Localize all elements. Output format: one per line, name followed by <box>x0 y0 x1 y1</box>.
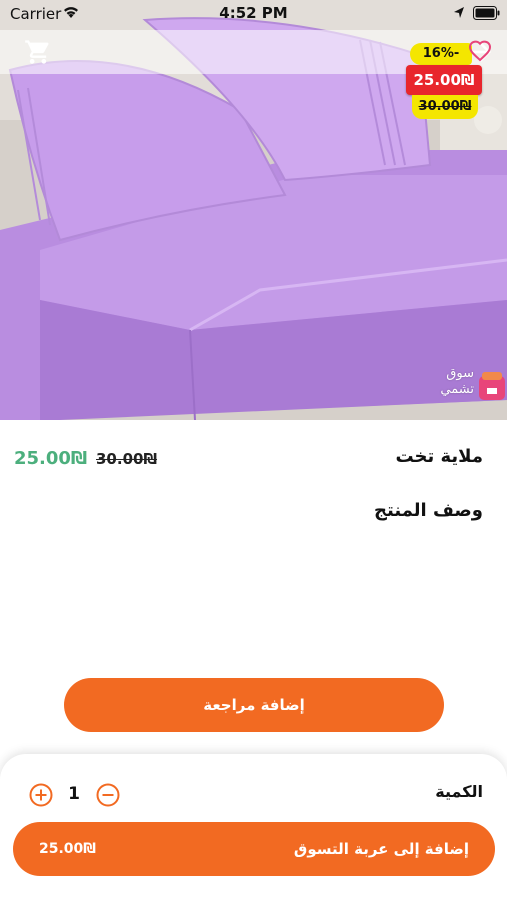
add-to-cart-label: إضافة إلى عربة التسوق <box>293 840 469 858</box>
sale-price-badge: 25.00₪ <box>406 65 482 95</box>
add-to-cart-button[interactable]: إضافة إلى عربة التسوق 25.00₪ <box>13 822 495 876</box>
clock: 4:52 PM <box>219 4 288 22</box>
bottom-sheet: الكمية 1 إضافة إلى عربة التسوق 25.00₪ <box>0 754 507 900</box>
location-arrow-icon <box>454 7 464 18</box>
minus-circle-icon[interactable] <box>96 783 120 807</box>
add-review-button[interactable]: إضافة مراجعة <box>64 678 444 732</box>
status-bar: Carrier 4:52 PM <box>0 0 507 28</box>
discount-badge: 16%- <box>410 43 472 65</box>
product-price: 25.00₪ <box>14 448 88 469</box>
shopping-bag-logo-icon <box>479 372 505 400</box>
product-title: ملاية تخت <box>395 446 483 467</box>
store-watermark: سوق تشمي <box>430 362 507 408</box>
description-heading: وصف المنتج <box>374 500 483 521</box>
add-to-cart-price: 25.00₪ <box>39 841 96 857</box>
plus-circle-icon[interactable] <box>29 783 53 807</box>
battery-icon <box>473 6 500 20</box>
original-price-badge: 30.00₪ <box>412 95 478 119</box>
quantity-value: 1 <box>68 784 80 804</box>
watermark-text: سوق تشمي <box>440 366 474 397</box>
cart-icon[interactable] <box>24 38 52 66</box>
quantity-label: الكمية <box>435 782 483 801</box>
heart-icon[interactable] <box>468 39 492 63</box>
product-original-price: 30.00₪ <box>96 450 158 468</box>
